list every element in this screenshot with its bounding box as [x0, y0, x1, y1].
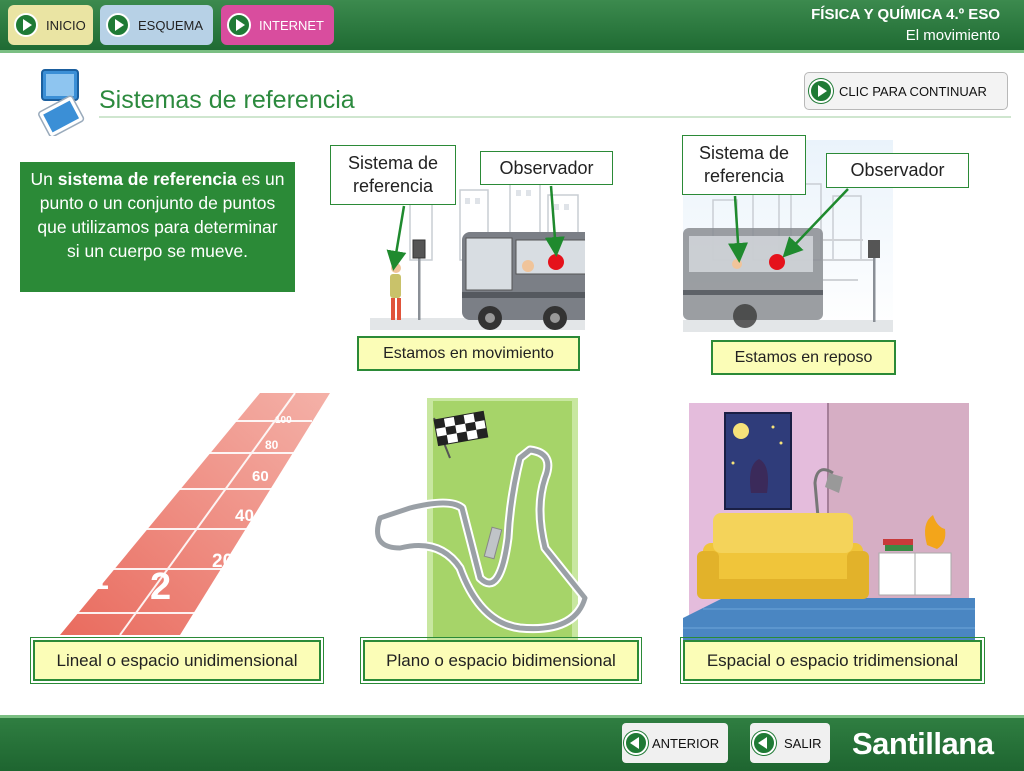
- internet-button[interactable]: INTERNET: [221, 5, 334, 45]
- play-icon: [227, 13, 251, 37]
- reference-frame-label: Sistema de referencia: [682, 135, 806, 195]
- salir-label: SALIR: [784, 735, 822, 751]
- state-rest-label: Estamos en reposo: [711, 340, 896, 375]
- inicio-label: INICIO: [46, 17, 86, 33]
- race-circuit-illustration: [373, 398, 590, 640]
- inicio-button[interactable]: INICIO: [8, 5, 93, 45]
- definition-term: sistema de referencia: [57, 169, 237, 189]
- living-room-illustration: [683, 403, 975, 640]
- santillana-logo: Santillana: [852, 726, 994, 761]
- play-icon: [14, 13, 38, 37]
- anterior-label: ANTERIOR: [652, 735, 720, 751]
- definition-pre: Un: [30, 169, 58, 189]
- salir-button[interactable]: SALIR: [750, 723, 830, 763]
- caption-plano: Plano o espacio bidimensional: [360, 637, 642, 684]
- back-arrow-icon: [752, 731, 776, 755]
- state-moving-label: Estamos en movimiento: [357, 336, 580, 371]
- course-topic: El movimiento: [905, 27, 1000, 44]
- title-divider: [99, 116, 1011, 118]
- reference-frame-label: Sistema de referencia: [330, 145, 456, 205]
- continue-button[interactable]: CLIC PARA CONTINUAR: [804, 72, 1008, 110]
- track-mark: 60: [252, 468, 269, 485]
- continue-label: CLIC PARA CONTINUAR: [839, 83, 987, 99]
- top-bar: INICIO ESQUEMA INTERNET FÍSICA Y QUÍMICA…: [0, 0, 1024, 53]
- monitor-icon: [38, 69, 85, 136]
- observer-label: Observador: [826, 153, 969, 188]
- lane-number: 1: [90, 559, 109, 597]
- back-arrow-icon: [624, 731, 648, 755]
- track-mark: 40: [235, 506, 254, 525]
- definition-box: Un sistema de referencia es un punto o u…: [20, 162, 295, 292]
- lane-number: 2: [150, 566, 171, 608]
- esquema-label: ESQUEMA: [138, 17, 204, 33]
- caption-espacial: Espacial o espacio tridimensional: [680, 637, 985, 684]
- play-icon: [106, 13, 130, 37]
- observer-dot: [548, 254, 564, 270]
- track-mark: 80: [265, 438, 279, 452]
- observer-label: Observador: [480, 151, 613, 185]
- observer-dot: [769, 254, 785, 270]
- esquema-button[interactable]: ESQUEMA: [100, 5, 213, 45]
- track-mark: 20: [212, 551, 233, 572]
- track-mark: 100: [275, 415, 292, 426]
- caption-lineal: Lineal o espacio unidimensional: [30, 637, 324, 684]
- track-mark: 0: [202, 616, 211, 633]
- internet-label: INTERNET: [259, 17, 324, 33]
- play-icon: [809, 79, 833, 103]
- page-title: Sistemas de referencia: [99, 86, 355, 114]
- anterior-button[interactable]: ANTERIOR: [622, 723, 728, 763]
- course-subject: FÍSICA Y QUÍMICA 4.º ESO: [811, 6, 1000, 23]
- running-track-illustration: 0 20 40 60 80 100 1 2: [60, 393, 330, 635]
